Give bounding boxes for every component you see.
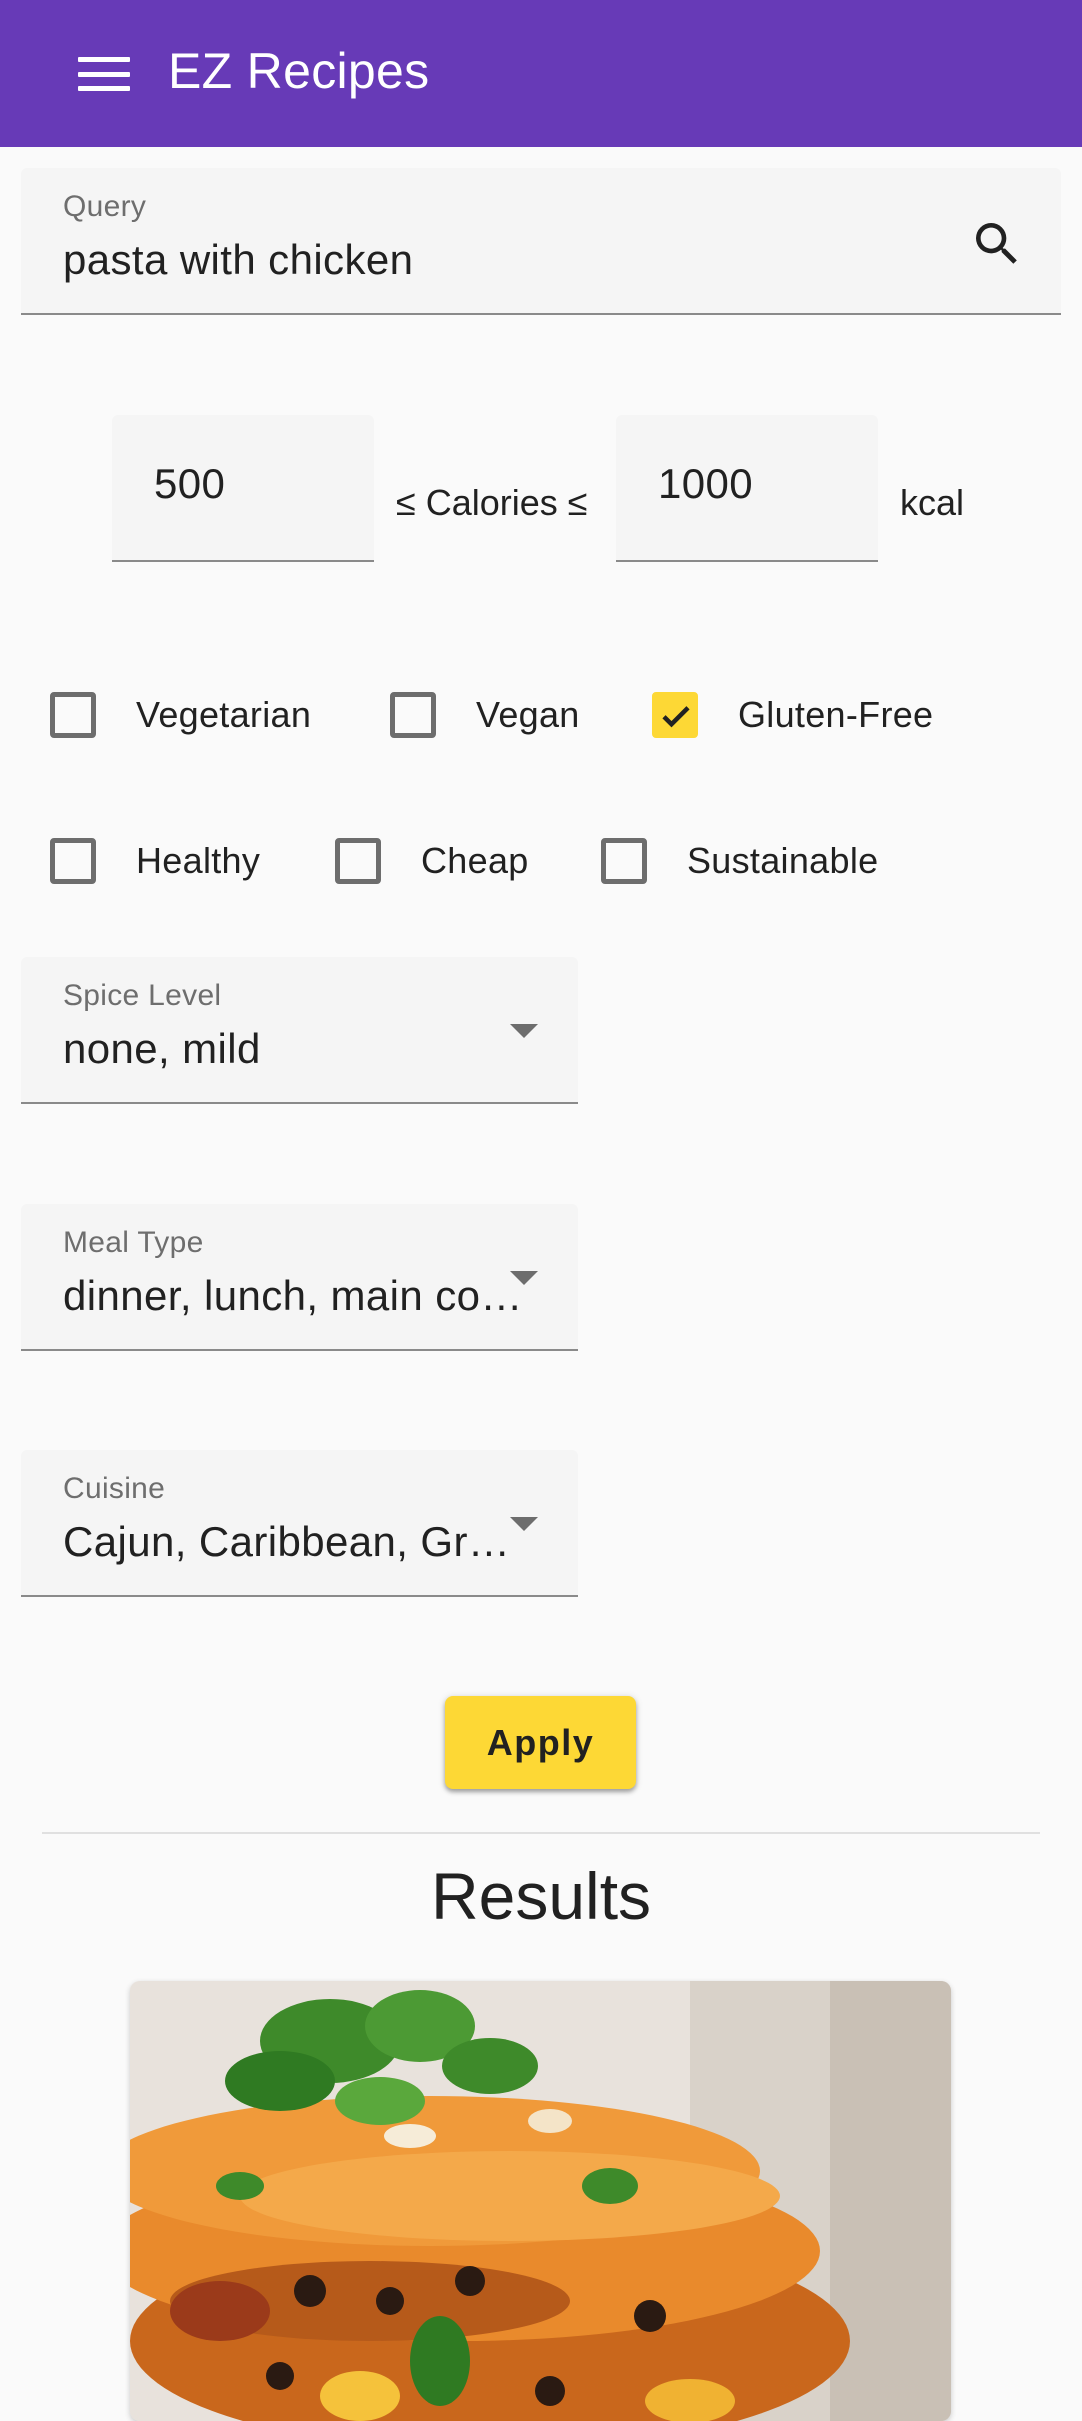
cuisine-label: Cuisine [63,1472,166,1505]
chevron-down-icon[interactable] [510,1271,538,1285]
vegan-checkbox[interactable]: Vegan [390,675,580,755]
sustainable-checkbox-box[interactable] [601,838,647,884]
recipe-image [130,1981,951,2421]
search-icon[interactable] [969,216,1025,272]
vegan-label: Vegan [476,694,580,735]
gluten-free-checkbox-box[interactable] [652,692,698,738]
healthy-label: Healthy [136,840,261,881]
sustainable-label: Sustainable [687,840,879,881]
calories-unit-label: kcal [900,482,965,523]
gluten-free-label: Gluten-Free [738,694,934,735]
spice-level-label: Spice Level [63,979,222,1012]
filter-row-1: Vegetarian Vegan Gluten-Free [0,675,1082,755]
chevron-down-icon[interactable] [510,1024,538,1038]
meal-type-label: Meal Type [63,1226,204,1259]
app-toolbar: EZ Recipes [0,0,1082,147]
calories-min-field[interactable]: 500 [112,415,374,562]
calories-max-field[interactable]: 1000 [616,415,878,562]
chevron-down-icon[interactable] [510,1517,538,1531]
cheap-label: Cheap [421,840,529,881]
cheap-checkbox-box[interactable] [335,838,381,884]
spice-level-select[interactable]: Spice Level none, mild [21,957,578,1104]
menu-icon[interactable] [74,51,134,97]
vegetarian-label: Vegetarian [136,694,312,735]
divider [42,1832,1040,1834]
cuisine-value: Cajun, Caribbean, Greek [63,1518,523,1565]
recipe-card[interactable] [130,1981,951,2421]
cheap-checkbox[interactable]: Cheap [335,821,529,901]
apply-button[interactable]: Apply [445,1696,636,1789]
meal-type-select[interactable]: Meal Type dinner, lunch, main course [21,1204,578,1351]
vegan-checkbox-box[interactable] [390,692,436,738]
calories-max-input[interactable]: 1000 [658,460,753,508]
query-input[interactable]: pasta with chicken [63,236,943,284]
vegetarian-checkbox-box[interactable] [50,692,96,738]
meal-type-value: dinner, lunch, main course [63,1272,523,1319]
results-title: Results [430,1859,652,1933]
spice-level-value: none, mild [63,1025,261,1072]
gluten-free-checkbox[interactable]: Gluten-Free [652,675,933,755]
sustainable-checkbox[interactable]: Sustainable [601,821,878,901]
healthy-checkbox[interactable]: Healthy [50,821,260,901]
app-title: EZ Recipes [168,43,430,99]
cuisine-select[interactable]: Cuisine Cajun, Caribbean, Greek [21,1450,578,1597]
query-field[interactable]: Query pasta with chicken [21,168,1061,315]
checkmark-icon [662,706,690,728]
calories-min-input[interactable]: 500 [154,460,225,508]
healthy-checkbox-box[interactable] [50,838,96,884]
filter-row-2: Healthy Cheap Sustainable [0,821,1082,901]
query-label: Query [63,190,147,223]
vegetarian-checkbox[interactable]: Vegetarian [50,675,311,755]
calories-range-label: ≤ Calories ≤ [396,482,588,523]
